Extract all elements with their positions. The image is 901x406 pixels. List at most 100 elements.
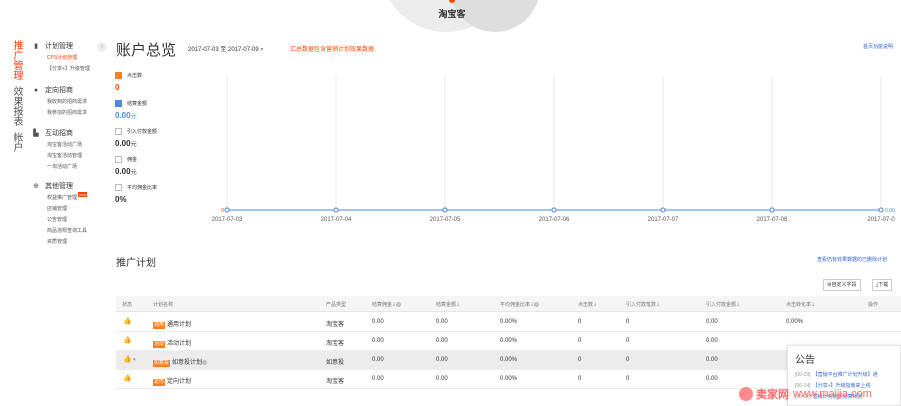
location-icon: ● xyxy=(33,86,39,94)
plus-circle-icon: ⊕ xyxy=(33,183,39,190)
nav-group-title[interactable]: 其他管理 xyxy=(45,181,73,191)
data-point xyxy=(442,207,448,213)
nav-item-shop-manage[interactable]: 店铺管理 xyxy=(47,205,67,212)
x-tick-label: 2017-07-05 xyxy=(430,217,461,223)
col-pay[interactable]: 引入付款金额⇣ xyxy=(706,301,740,308)
metric-value: 0.00元 xyxy=(115,111,137,120)
nav-group-title[interactable]: 互动招商 xyxy=(45,128,73,138)
col-clicks[interactable]: 点击数⇣ xyxy=(578,301,597,308)
plan-name-cell[interactable]: 如意投 如意投计划? xyxy=(153,357,208,367)
plan-name-cell[interactable]: 定向 定向计划 xyxy=(153,376,191,386)
plan-name-cell[interactable]: 通用 通用计划 xyxy=(153,319,191,329)
nav-item-qualification[interactable]: 资质管理 xyxy=(47,238,67,245)
nav-item-notice-manage[interactable]: 公告管理 xyxy=(47,216,67,223)
trend-chart-svg: 2017-07-03 2017-07-04 2017-07-05 2017-07-06… xyxy=(212,76,895,223)
metric-value: 0.00元 xyxy=(115,139,137,148)
primary-nav: 推广管理 效果报表 帐户 xyxy=(0,34,30,406)
y-left-tick-label: 0 xyxy=(221,208,224,214)
metric-checkbox[interactable] xyxy=(115,128,122,135)
sort-icon: ⇣ xyxy=(656,302,661,308)
chevron-down-icon: ▾ xyxy=(131,357,136,363)
col-commission[interactable]: 结算佣金⇣? xyxy=(372,301,402,308)
date-range-picker[interactable]: 2017-07-03 至 2017-07-09 ▾ xyxy=(188,44,263,53)
status-thumb-icon[interactable]: 👍 xyxy=(123,336,132,344)
status-thumb-icon[interactable]: 👍 xyxy=(123,317,132,325)
y-right-tick-label: 0.00 xyxy=(885,208,895,214)
custom-fields-button[interactable]: ⚙自定义字段 xyxy=(823,279,861,291)
interact-icon: ▙ xyxy=(33,130,39,137)
download-button[interactable]: ⤓下载 xyxy=(872,279,893,291)
x-tick-label: 2017-07-07 xyxy=(648,217,679,223)
watermark-url: www.maijia.com xyxy=(793,388,872,400)
data-point xyxy=(769,207,775,213)
table-header: 状态 计划名称 产品类型 结算佣金⇣? 结算金额⇣ 平均佣金比率⇣? 点击数⇣ … xyxy=(116,296,901,312)
nav-item-etao-square[interactable]: 一淘活动广场 xyxy=(47,163,77,170)
table-row[interactable]: 👍 活动 活动计划 淘宝客 0.00 0.00 0.00% 0 0 0.00 xyxy=(116,332,901,351)
data-notice: 汇总数据包含营销计划效果数据 xyxy=(290,47,375,53)
page-title: 账户总览 xyxy=(116,42,177,59)
nav-promotion[interactable]: 推广管理 xyxy=(10,40,22,80)
plan-name-cell[interactable]: 活动 活动计划 xyxy=(153,338,191,348)
watermark-text: 卖家网 xyxy=(756,389,789,401)
chevron-down-icon: ▾ xyxy=(258,47,264,53)
x-tick-label: 2017-07-08 xyxy=(757,217,788,223)
data-point xyxy=(660,207,666,213)
watermark-logo-icon xyxy=(739,387,753,401)
nav-item-activity-square[interactable]: 淘宝客活动广场 xyxy=(47,141,82,148)
data-point xyxy=(224,207,230,213)
metric-checkbox[interactable] xyxy=(115,72,122,79)
help-icon: ? xyxy=(202,359,208,365)
nav-group-title[interactable]: 定向招商 xyxy=(45,85,73,95)
col-actions: 操作 xyxy=(868,302,879,308)
sort-icon: ⇣ xyxy=(811,302,816,308)
data-point xyxy=(551,207,557,213)
col-status: 状态 xyxy=(122,302,133,308)
col-name: 计划名称 xyxy=(153,302,174,308)
metric-checkbox[interactable] xyxy=(115,100,122,107)
nav-item-violation-tool[interactable]: 商品违规查询工具 xyxy=(47,227,87,234)
nav-item-rights-manage[interactable]: 权益推广管理new xyxy=(47,192,88,201)
status-thumb-icon[interactable]: 👍 xyxy=(123,374,132,382)
col-conv[interactable]: 点击转化率⇣ xyxy=(786,301,815,308)
deleted-plans-link[interactable]: 查看仍有效果数据的已删除计划 xyxy=(817,256,887,263)
col-orders[interactable]: 引入付款笔数⇣ xyxy=(626,301,660,308)
help-icon: ? xyxy=(534,302,540,308)
nav-item-cps-plan[interactable]: CPS计划管理 xyxy=(47,54,77,61)
nav-item-received-demand[interactable]: 我收到的招商需求 xyxy=(47,98,87,105)
notice-title: 公告 xyxy=(795,355,815,366)
top-header: 淘宝客 xyxy=(0,0,901,34)
metric-value: 0% xyxy=(115,195,127,204)
x-tick-label: 2017-07-04 xyxy=(321,217,352,223)
metric-value: 0 xyxy=(115,83,120,92)
nav-item-activity-manage[interactable]: 淘宝客活动管理 xyxy=(47,152,82,159)
status-thumb-icon[interactable]: 👍 ▾ xyxy=(123,355,136,363)
section-title: 推广计划 xyxy=(116,258,156,269)
collapse-nav-button[interactable]: ‹ xyxy=(97,42,107,52)
metric-checkbox[interactable] xyxy=(115,156,122,163)
x-tick-label: 2017-07-0 xyxy=(867,217,895,223)
nav-item-joined-demand[interactable]: 我参加的招商需求 xyxy=(47,109,87,116)
col-amount[interactable]: 结算金额⇣ xyxy=(436,301,460,308)
help-icon: ? xyxy=(396,302,402,308)
notice-item[interactable]: [06-29] 【营销平台推广计划升级】通 xyxy=(795,371,878,378)
brand-name[interactable]: 淘宝客 xyxy=(430,7,474,20)
nav-reports[interactable]: 效果报表 xyxy=(10,86,22,126)
col-type: 产品类型 xyxy=(326,302,347,308)
data-point xyxy=(333,207,339,213)
metric-checkbox[interactable] xyxy=(115,184,122,191)
trend-chart: 2017-07-03 2017-07-04 2017-07-05 2017-07-06… xyxy=(209,60,901,232)
table-row[interactable]: 👍 ▾ 如意投 如意投计划? 如意投 0.00 0.00 0.00% 0 0 0.… xyxy=(116,351,901,370)
sort-icon: ⇣ xyxy=(593,302,598,308)
x-tick-label: 2017-07-03 xyxy=(212,217,243,223)
nav-item-share-upgrade[interactable]: 【分享+】升级管理 xyxy=(47,65,90,72)
nav-group-title[interactable]: 计划管理 xyxy=(45,41,73,51)
x-tick-label: 2017-07-06 xyxy=(539,217,570,223)
secondary-nav: ▮ 计划管理 CPS计划管理 【分享+】升级管理 ● 定向招商 我收到的招商需求 我… xyxy=(32,34,110,406)
metric-value: 0.00元 xyxy=(115,167,137,176)
data-point xyxy=(878,207,884,213)
col-rate[interactable]: 平均佣金比率⇣? xyxy=(500,301,540,308)
help-link[interactable]: 首页功能说明 xyxy=(863,43,893,50)
table-row[interactable]: 👍 通用 通用计划 淘宝客 0.00 0.00 0.00% 0 0 0.00 0.… xyxy=(116,313,901,332)
nav-account[interactable]: 帐户 xyxy=(10,132,22,152)
watermark: 卖家网 www.maijia.com xyxy=(739,384,899,404)
